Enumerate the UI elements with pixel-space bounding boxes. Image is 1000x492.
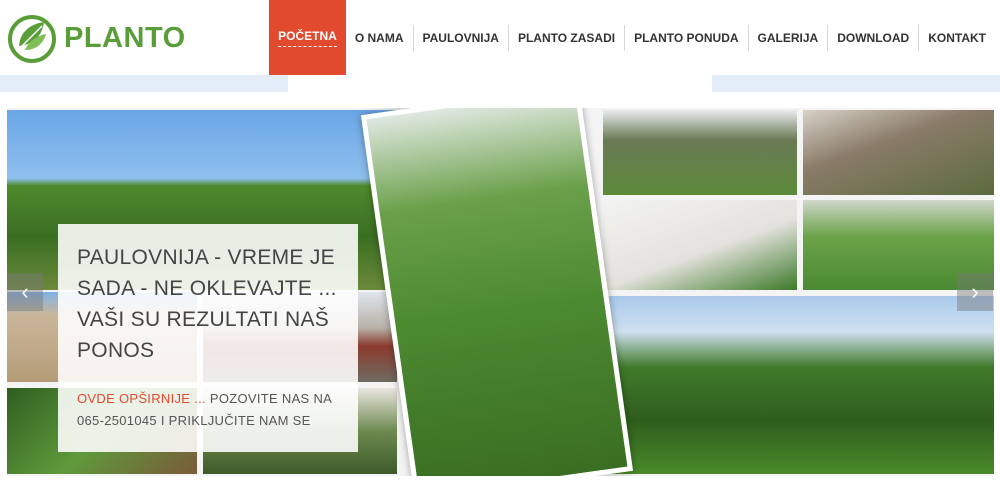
nav-item-download[interactable]: DOWNLOAD: [828, 0, 918, 75]
photo-root-hand: [603, 200, 797, 290]
nav-item-planto-zasadi[interactable]: PLANTO ZASADI: [509, 0, 624, 75]
nav-label: DOWNLOAD: [837, 30, 910, 45]
nav-item-galerija[interactable]: GALERIJA: [749, 0, 828, 75]
nav-label: Početna: [278, 29, 337, 47]
nav-label: KONTAKT: [928, 30, 986, 45]
hero-slider[interactable]: PAULOVNIJA - VREME JE SADA - NE OKLEVAJT…: [7, 108, 994, 476]
nav-label: PAULOVNIJA: [422, 30, 499, 45]
site-header: PLANTO Početna O NAMA PAULOVNIJA PLANTO …: [0, 0, 1000, 75]
slider-next-button[interactable]: ›: [957, 273, 993, 311]
site-logo[interactable]: PLANTO: [6, 12, 196, 64]
photo-greenhouse: [603, 110, 797, 195]
accent-bar-right: [712, 75, 1000, 92]
read-more-link[interactable]: OVDE OPŠIRNIJE ...: [77, 391, 206, 406]
chevron-left-icon: ‹: [21, 279, 29, 304]
photo-planter-with-tree: [360, 108, 634, 476]
accent-bar-left: [0, 75, 288, 92]
nav-label: GALERIJA: [757, 30, 819, 45]
main-nav: Početna O NAMA PAULOVNIJA PLANTO ZASADI …: [269, 0, 1000, 75]
photo-roots-pile: [803, 110, 994, 195]
photo-plantation: [603, 296, 994, 474]
slide-title: PAULOVNIJA - VREME JE SADA - NE OKLEVAJT…: [77, 246, 337, 362]
leaf-circle-icon: [8, 15, 56, 63]
slide-text: OVDE OPŠIRNIJE ... POZOVITE NAS NA 065-2…: [77, 388, 340, 432]
nav-label: PLANTO PONUDA: [634, 30, 739, 45]
nav-item-pocetna[interactable]: Početna: [269, 0, 346, 75]
slider-prev-button[interactable]: ‹: [7, 273, 43, 311]
slide-caption: PAULOVNIJA - VREME JE SADA - NE OKLEVAJT…: [58, 224, 358, 452]
nav-item-kontakt[interactable]: KONTAKT: [919, 0, 1000, 75]
nav-label: O NAMA: [354, 30, 404, 45]
nav-item-paulovnija[interactable]: PAULOVNIJA: [414, 0, 508, 75]
brand-name: PLANTO: [64, 22, 186, 54]
nav-item-planto-ponuda[interactable]: PLANTO PONUDA: [625, 0, 747, 75]
nav-label: PLANTO ZASADI: [517, 30, 616, 45]
chevron-right-icon: ›: [971, 279, 979, 304]
nav-item-o-nama[interactable]: O NAMA: [346, 0, 413, 75]
